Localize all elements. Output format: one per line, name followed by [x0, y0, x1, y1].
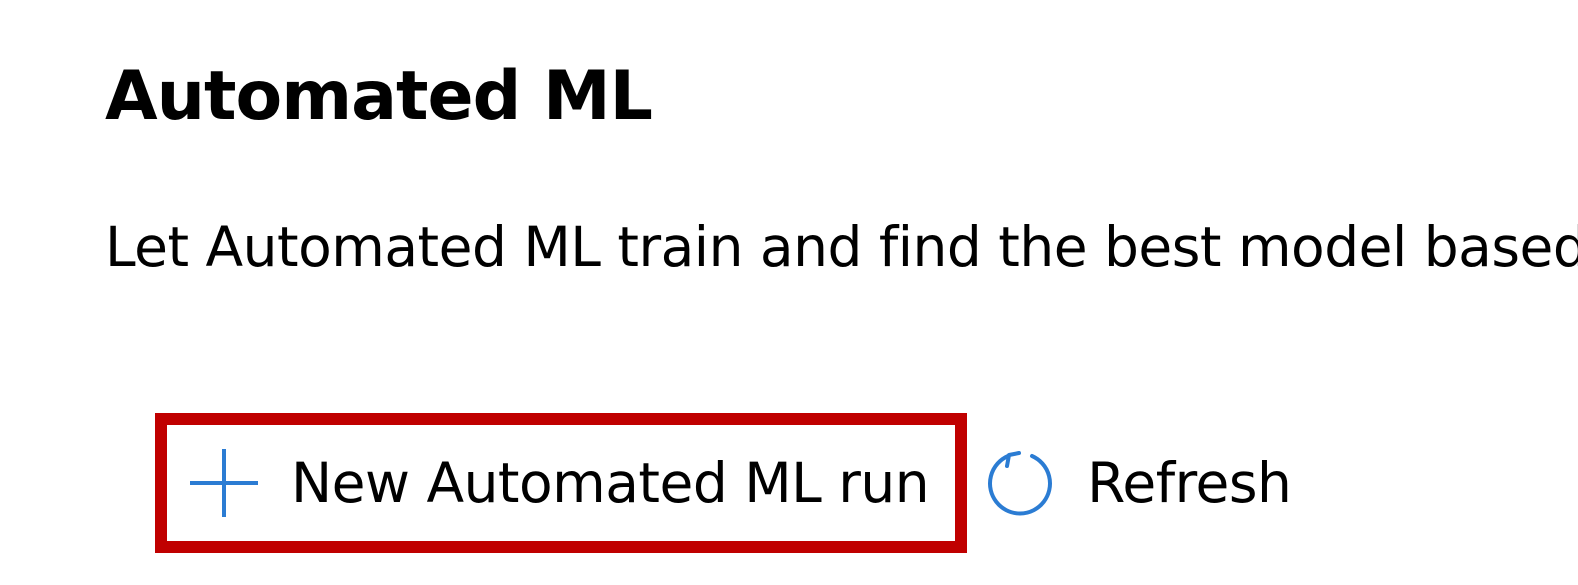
refresh-icon [985, 448, 1055, 518]
refresh-label: Refresh [1087, 451, 1292, 515]
command-bar: New Automated ML run Refresh [155, 413, 1292, 553]
plus-icon [189, 448, 259, 518]
page-description: Let Automated ML train and find the best… [105, 215, 1578, 279]
new-automated-ml-run-button[interactable]: New Automated ML run [155, 413, 968, 553]
page-title: Automated ML [105, 57, 653, 136]
new-automated-ml-run-label: New Automated ML run [291, 451, 930, 515]
refresh-button[interactable]: Refresh [967, 413, 1292, 553]
